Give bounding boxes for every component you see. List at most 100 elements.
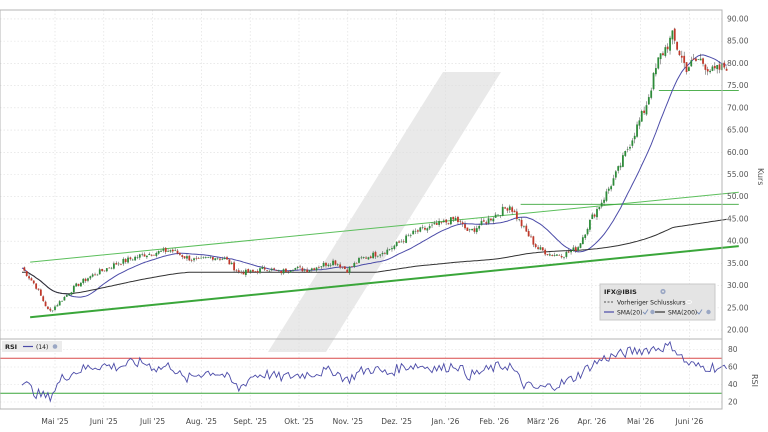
price-y-tick-label: 90.00 (727, 14, 749, 23)
gear-icon[interactable] (660, 288, 666, 295)
candle-body (270, 268, 273, 271)
candle-body (259, 268, 261, 273)
candle-body (501, 206, 504, 216)
candle-body (419, 227, 422, 232)
candle-body (94, 274, 96, 276)
rsi-legend: RSI (14) (2, 341, 62, 352)
rsi-grid (0, 339, 722, 409)
candle-body (120, 264, 122, 265)
candle-body (80, 282, 82, 287)
candle-body (560, 256, 563, 258)
candle-body (68, 294, 71, 296)
gear-icon[interactable] (706, 309, 711, 315)
price-y-tick-label: 50.00 (727, 192, 749, 201)
candle-body (584, 234, 587, 238)
candle-body (655, 68, 657, 75)
candle-body (556, 254, 558, 256)
candle-body (42, 296, 45, 302)
price-y-tick-label: 80.00 (727, 59, 749, 68)
candle-body (155, 253, 158, 256)
candle-body (666, 46, 669, 50)
candle-body (551, 255, 554, 256)
candle-body (558, 254, 561, 256)
candle-body (376, 255, 379, 257)
chart-svg: 20.00 25.00 30.00 35.00 40.00 45.00 50.00 55.00… (0, 9, 765, 426)
candle-body (523, 226, 525, 227)
candle-body (181, 255, 184, 257)
candle-body (113, 263, 115, 269)
candle-body (527, 231, 530, 237)
x-axis: Mai '25 Juni '25 Juli '25 Aug. '25 Sept. '25… (41, 417, 703, 426)
candle-body (134, 256, 137, 261)
candle-body (454, 217, 457, 221)
candle-body (650, 90, 653, 98)
candle-body (680, 55, 683, 58)
candle-body (77, 283, 80, 286)
candle-body (398, 241, 400, 243)
candle-body (197, 258, 200, 259)
candle-body (153, 254, 155, 256)
candle-body (435, 223, 438, 225)
candle-body (497, 214, 499, 216)
candle-body (117, 263, 120, 265)
candle-body (148, 253, 151, 256)
candle-body (346, 269, 349, 273)
candle-body (369, 256, 372, 259)
candle-body (365, 257, 367, 259)
candle-body (160, 250, 162, 252)
candle-body (186, 256, 188, 259)
candle-body (643, 110, 646, 113)
price-y-tick-label: 25.00 (727, 303, 749, 312)
candle-body (358, 258, 360, 263)
candle-body (343, 266, 346, 269)
rsi-y-tick-label: 80 (728, 345, 738, 354)
candle-body (72, 285, 75, 293)
candle-body (506, 208, 509, 211)
candle-body (230, 262, 233, 265)
candle-body (480, 220, 483, 226)
x-tick-label: März '26 (527, 417, 559, 426)
candle-body (282, 269, 285, 274)
candle-body (228, 259, 231, 265)
candle-body (374, 251, 377, 257)
price-y-tick-label: 85.00 (727, 37, 749, 46)
candle-body (579, 243, 582, 248)
candle-body (54, 306, 56, 310)
candle-body (372, 252, 375, 259)
candle-body (508, 206, 511, 210)
candle-body (513, 210, 516, 213)
candle-body (490, 218, 492, 221)
candle-body (426, 228, 429, 231)
candle-body (303, 269, 306, 271)
rsi-legend-entry: (14) (36, 344, 48, 351)
candle-body (416, 230, 419, 232)
legend-entry-sma200: SMA(200) (668, 310, 697, 317)
candle-body (145, 255, 148, 258)
x-tick-label: Apr. '26 (577, 417, 606, 426)
candle-body (716, 65, 719, 70)
candle-body (308, 270, 311, 272)
gear-icon[interactable] (52, 344, 58, 349)
candle-body (614, 171, 617, 178)
candle-body (537, 247, 539, 249)
candle-body (367, 257, 370, 260)
candle-body (261, 266, 264, 269)
candle-body (23, 267, 26, 271)
price-y-axis-label: Kurs (756, 168, 765, 185)
candle-body (548, 254, 551, 256)
candle-body (61, 300, 63, 302)
legend-entry-prev-close: Vorheriger Schlusskurs (617, 300, 686, 307)
candle-body (520, 219, 523, 227)
gear-icon[interactable] (650, 309, 655, 315)
candle-body (211, 257, 214, 260)
candle-body (629, 146, 631, 149)
candle-body (431, 224, 433, 226)
price-y-tick-label: 20.00 (727, 326, 749, 335)
candle-body (553, 255, 556, 256)
candle-body (574, 247, 577, 252)
x-tick-label: Nov. '25 (333, 417, 364, 426)
candle-body (254, 271, 257, 272)
candle-body (478, 225, 481, 229)
candle-body (91, 274, 94, 277)
candle-body (438, 221, 441, 225)
